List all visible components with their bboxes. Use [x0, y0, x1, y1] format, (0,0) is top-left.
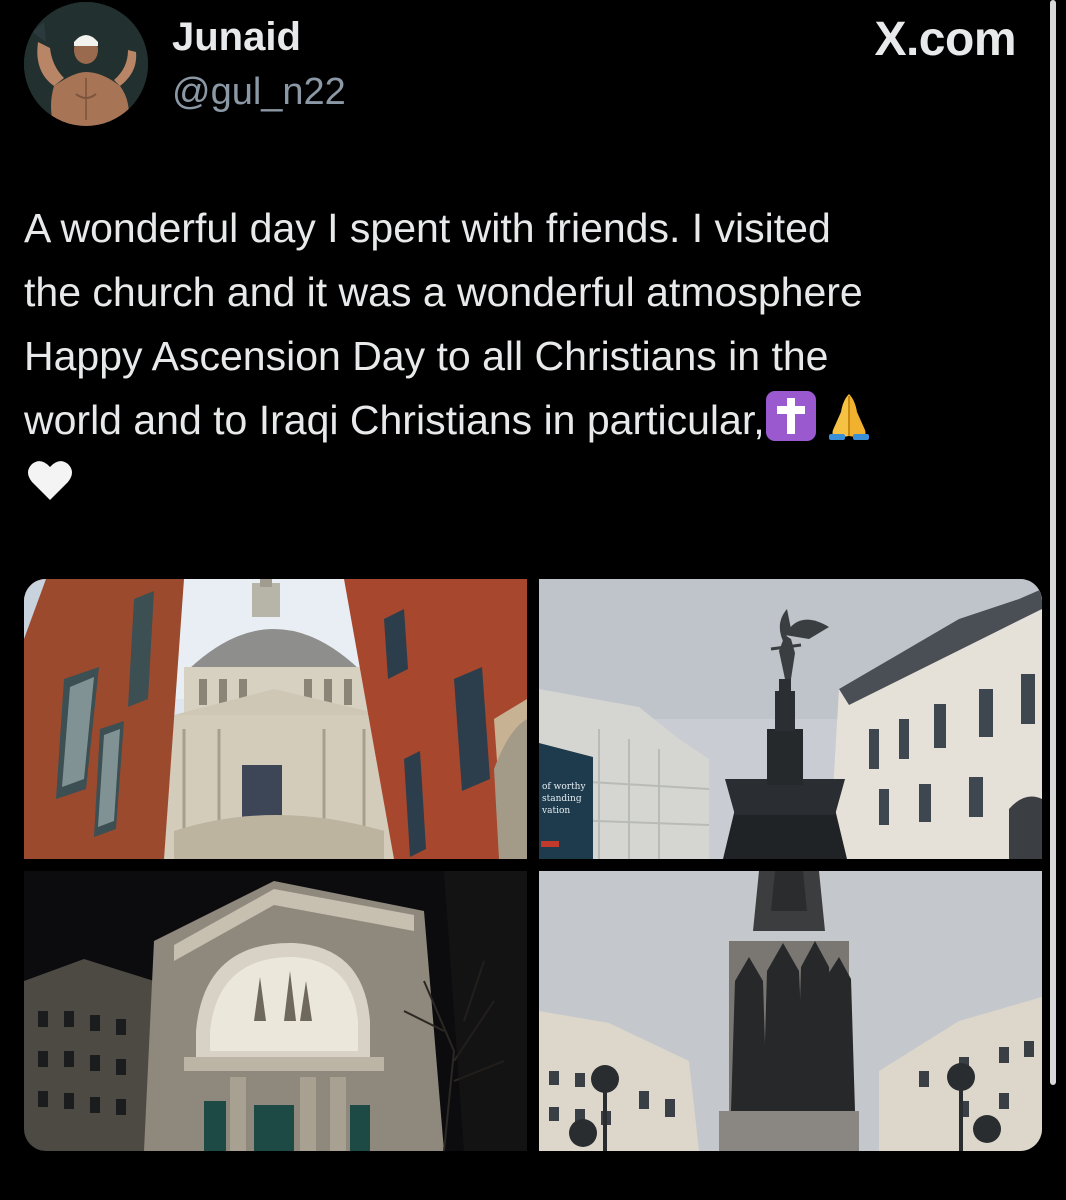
night-archway-building-photo	[24, 871, 527, 1151]
x-brand-label: X.com	[874, 13, 1016, 66]
tweet-line: world and to Iraqi Christians in particu…	[24, 397, 765, 443]
media-grid: of worthy standing vation	[24, 579, 1042, 1151]
photo-night-archway[interactable]	[24, 871, 527, 1151]
profile-photo-avatar	[24, 2, 148, 126]
latin-cross-emoji	[765, 390, 817, 442]
tweet-line: the church and it was a wonderful atmosp…	[24, 269, 863, 315]
user-handle[interactable]: @gul_n22	[172, 70, 346, 114]
guards-memorial-statue-photo	[539, 871, 1042, 1151]
sign-text-line: of worthy	[542, 782, 586, 792]
tweet-line: Happy Ascension Day to all Christians in…	[24, 333, 829, 379]
avatar[interactable]	[24, 2, 148, 126]
tweet-line: A wonderful day I spent with friends. I …	[24, 205, 831, 251]
cathedral-dome-photo	[24, 579, 527, 859]
display-name[interactable]: Junaid	[172, 14, 301, 60]
tweet-text: A wonderful day I spent with friends. I …	[24, 196, 1034, 516]
photo-cathedral[interactable]	[24, 579, 527, 859]
scrollbar[interactable]	[1050, 0, 1056, 1085]
eros-statue-fountain-photo: of worthy standing vation	[539, 579, 1042, 859]
sign-text-line: vation	[541, 806, 570, 816]
photo-guards-memorial[interactable]	[539, 871, 1042, 1151]
folded-hands-emoji	[823, 390, 875, 442]
sign-text-line: standing	[542, 794, 582, 804]
white-heart-emoji	[24, 454, 76, 506]
tweet-line-emoji-row: world and to Iraqi Christians in particu…	[24, 388, 1034, 452]
photo-eros-statue[interactable]: of worthy standing vation	[539, 579, 1042, 859]
tweet-line-heart	[24, 452, 1034, 516]
